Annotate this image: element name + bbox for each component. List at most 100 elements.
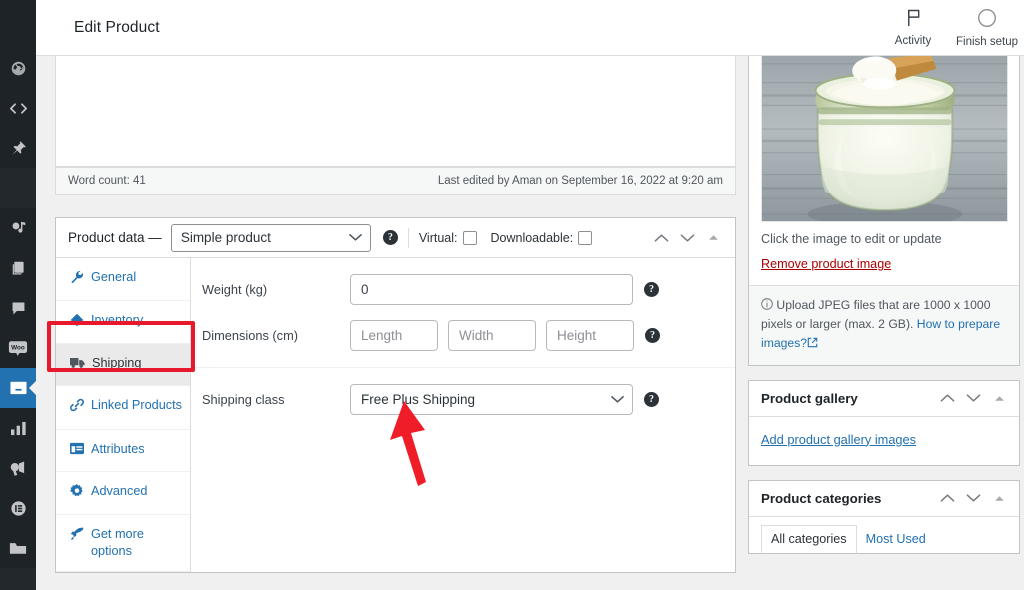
link-icon <box>70 398 84 417</box>
rail-item-comments[interactable] <box>0 288 36 328</box>
move-up-button[interactable] <box>935 386 959 410</box>
product-type-select[interactable]: Simple product <box>170 223 371 252</box>
move-down-button[interactable] <box>675 226 699 250</box>
rail-item-templates[interactable] <box>0 528 36 568</box>
product-data-body: General Inventory Shipping Linked Produc… <box>56 258 735 573</box>
panel-divider <box>191 367 735 368</box>
length-input[interactable]: Length <box>350 320 438 351</box>
product-gallery-box: Product gallery Add product gallery imag… <box>748 379 1020 466</box>
product-categories-title: Product categories <box>761 490 882 506</box>
shipping-class-select[interactable]: Free Plus Shipping <box>350 384 633 415</box>
editor-status-bar: Word count: 41 Last edited by Aman on Se… <box>55 167 736 195</box>
content-editor-area[interactable] <box>55 56 736 167</box>
gear-icon <box>70 483 84 503</box>
weight-input[interactable]: 0 <box>350 274 633 305</box>
product-categories-tools <box>935 486 1011 510</box>
rail-item-spacer2 <box>0 568 36 590</box>
rail-item-dashboard[interactable] <box>0 48 36 88</box>
downloadable-checkbox-group[interactable]: Downloadable: <box>490 230 593 245</box>
tab-inventory-label: Inventory <box>91 313 144 328</box>
height-input[interactable]: Height <box>546 320 634 351</box>
tab-get-more-options-label-advanced: Advanced <box>91 483 148 498</box>
weight-help-icon[interactable]: ? <box>644 282 659 297</box>
wrench-icon <box>70 270 84 289</box>
width-input[interactable]: Width <box>448 320 536 351</box>
remove-product-image-link[interactable]: Remove product image <box>761 257 891 271</box>
dimensions-label: Dimensions (cm) <box>202 328 298 343</box>
length-placeholder: Length <box>361 328 403 343</box>
weight-label: Weight (kg) <box>202 282 268 297</box>
woo-icon: Woo <box>8 340 28 357</box>
tab-shipping[interactable]: Shipping <box>56 344 190 387</box>
chevron-down-icon <box>348 230 362 245</box>
tab-all-categories[interactable]: All categories <box>761 524 857 553</box>
toggle-panel-button[interactable] <box>701 226 725 250</box>
move-up-button[interactable] <box>649 226 673 250</box>
top-bar: Edit Product Activity Finish setup <box>36 0 1024 56</box>
dashboard-icon <box>10 60 27 77</box>
product-type-help-icon[interactable]: ? <box>382 230 398 245</box>
rail-item-marketing[interactable] <box>0 448 36 488</box>
virtual-checkbox-group[interactable]: Virtual: <box>418 230 477 245</box>
main-content: Word count: 41 Last edited by Aman on Se… <box>36 48 1024 590</box>
virtual-checkbox[interactable] <box>462 230 477 245</box>
product-categories-box: Product categories All categories Most U… <box>748 479 1020 554</box>
rail-item-analytics[interactable] <box>0 408 36 448</box>
toggle-panel-button[interactable] <box>987 386 1011 410</box>
product-image-thumbnail[interactable] <box>761 49 1008 222</box>
rail-item-woocommerce[interactable]: Woo <box>0 328 36 368</box>
shipping-panel: Weight (kg) 0 ? Dimensions (cm) Length W… <box>191 258 735 572</box>
sidebar-column: Click the image to edit or update Remove… <box>748 48 1020 554</box>
add-product-gallery-images-link[interactable]: Add product gallery images <box>761 432 916 447</box>
tab-get-more-options-label: Get more options <box>91 526 144 558</box>
info-icon <box>761 298 776 312</box>
virtual-label: Virtual: <box>418 230 458 245</box>
dimensions-help-icon[interactable]: ? <box>645 328 660 343</box>
dimensions-field-row: Dimensions (cm) Length Width Height ? <box>191 320 735 351</box>
last-edited: Last edited by Aman on September 16, 202… <box>437 175 723 187</box>
shipping-class-value: Free Plus Shipping <box>361 392 476 407</box>
shipping-class-help-icon[interactable]: ? <box>644 392 659 407</box>
height-placeholder: Height <box>557 328 597 343</box>
toggle-panel-button[interactable] <box>987 486 1011 510</box>
tab-linked-products-label: Linked Products <box>91 398 182 413</box>
bar-chart-icon <box>10 421 27 436</box>
finish-setup-label: Finish setup <box>955 35 1018 48</box>
external-link-icon <box>807 336 818 350</box>
svg-text:Woo: Woo <box>11 344 25 351</box>
rail-item-pages[interactable] <box>0 248 36 288</box>
product-data-title: Product data — <box>68 230 162 245</box>
chevron-down-icon <box>611 392 624 407</box>
product-data-metabox: Product data — Simple product ? Virtual: <box>55 217 736 574</box>
code-icon <box>9 101 27 116</box>
tab-advanced[interactable]: Advanced <box>56 471 190 515</box>
move-up-button[interactable] <box>935 486 959 510</box>
rail-item-code[interactable] <box>0 88 36 128</box>
rail-item-products[interactable] <box>0 368 37 408</box>
product-gallery-header: Product gallery <box>749 381 1019 417</box>
tab-most-used[interactable]: Most Used <box>857 526 935 553</box>
tab-inventory[interactable]: Inventory <box>56 301 190 345</box>
tab-get-more-options[interactable]: Get more options <box>56 514 190 573</box>
attributes-icon <box>70 442 84 460</box>
rail-item-pin[interactable] <box>0 128 36 168</box>
weight-value: 0 <box>361 282 369 297</box>
tab-linked-products[interactable]: Linked Products <box>56 386 190 430</box>
move-down-button[interactable] <box>961 386 985 410</box>
finish-setup-button[interactable]: Finish setup <box>950 0 1024 55</box>
wordpress-edit-product-screen: Woo Edit Product Activity Finish setup W… <box>0 0 1024 590</box>
rail-item-media[interactable] <box>0 208 36 248</box>
tab-general[interactable]: General <box>56 258 190 302</box>
shipping-class-field-row: Shipping class Free Plus Shipping ? <box>191 384 735 415</box>
rail-item-elementor[interactable] <box>0 488 36 528</box>
downloadable-checkbox[interactable] <box>578 230 593 245</box>
tab-attributes[interactable]: Attributes <box>56 429 190 472</box>
downloadable-label: Downloadable: <box>490 230 574 245</box>
folder-icon <box>9 541 27 556</box>
circle-progress-icon <box>977 8 997 33</box>
move-down-button[interactable] <box>961 486 985 510</box>
activity-button[interactable]: Activity <box>876 0 950 55</box>
elementor-icon <box>10 500 27 517</box>
products-box-icon <box>9 380 28 397</box>
activity-label: Activity <box>894 35 932 47</box>
